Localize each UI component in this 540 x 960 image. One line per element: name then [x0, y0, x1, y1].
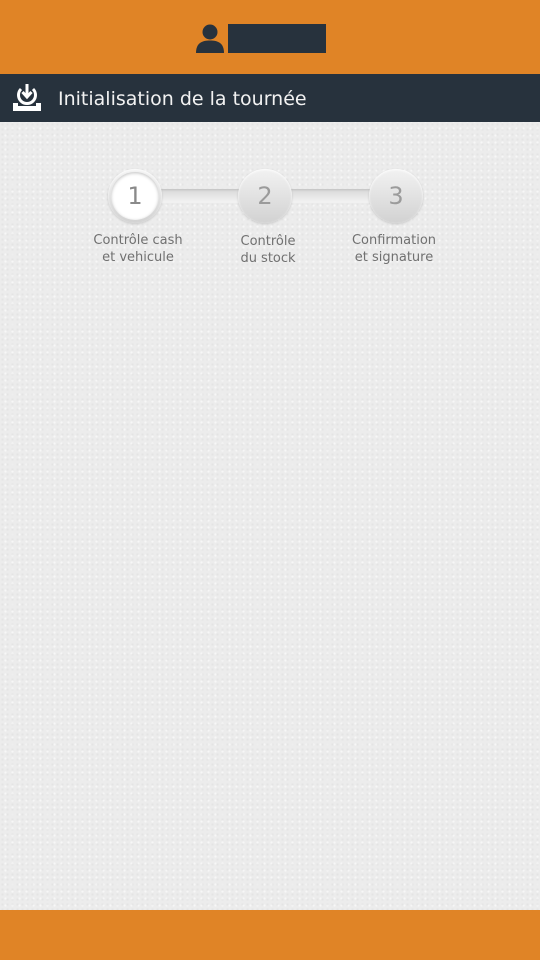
step-2-label-line1: Contrôle [240, 234, 296, 249]
top-bar [0, 0, 540, 74]
bottom-bar [0, 910, 540, 960]
title-bar: Initialisation de la tournée [0, 74, 540, 122]
page-title: Initialisation de la tournée [58, 88, 307, 110]
step-3-label: Confirmation et signature [334, 232, 454, 266]
step-2-label-line2: du stock [240, 251, 296, 266]
step-3-label-line1: Confirmation [351, 233, 437, 248]
step-1-label-line1: Contrôle cash [93, 233, 183, 248]
user-icon [196, 24, 224, 53]
step-3-label-line2: et signature [354, 250, 434, 265]
download-tray-icon [13, 84, 41, 111]
step-3-number: 3 [388, 182, 404, 210]
step-1[interactable]: 1 [108, 169, 162, 223]
step-1-label-line2: et vehicule [102, 250, 174, 265]
step-2-label: Contrôle du stock [208, 233, 328, 267]
step-2-number: 2 [257, 182, 273, 210]
step-3[interactable]: 3 [369, 169, 423, 223]
step-1-label: Contrôle cash et vehicule [78, 232, 198, 266]
main-content: 1 2 3 Contrôle cash et vehicule Contrôle… [0, 122, 540, 910]
step-2[interactable]: 2 [238, 169, 292, 223]
user-name-field [228, 24, 326, 53]
step-1-number: 1 [111, 172, 159, 220]
